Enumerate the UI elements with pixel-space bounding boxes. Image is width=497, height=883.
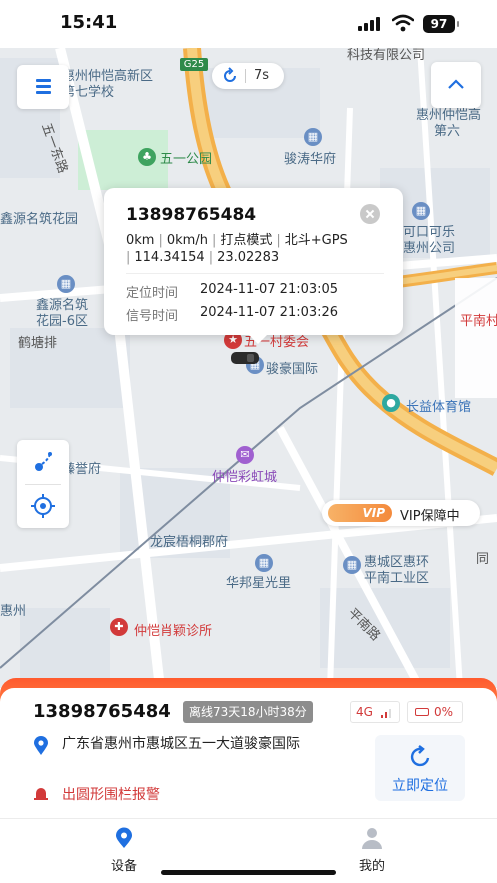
alarm-text: 出圆形围栏报警 [62,787,160,803]
signal-time-label: 信号时间 [126,309,179,324]
map-label: 惠州公司 [403,241,456,256]
tab-mine[interactable]: 我的 [332,827,412,874]
close-icon[interactable] [360,204,380,224]
map-label: 惠州 [0,604,27,619]
map-label: 五一公园 [160,152,213,167]
locate-now-label: 立即定位 [392,778,448,794]
highway-badge: G25 [180,58,208,71]
menu-button[interactable] [17,65,69,109]
device-card[interactable]: 13898765484 离线73天18小时38分 4G 0% 广东省惠州市惠城区… [0,688,497,820]
network-badge: 4G [350,701,400,723]
map-label: 鹤塘排 [18,336,58,351]
map-label: 华邦星光里 [226,576,292,591]
wifi-icon [392,14,414,32]
vip-badge: VIP [328,504,392,522]
map-label: 第七学校 [62,85,115,100]
signal-time: 2024-11-07 21:03:26 [200,305,339,320]
status-bar: 15:41 97 [0,0,497,48]
map-label: 长益体育馆 [406,400,472,415]
battery-empty-icon [415,708,429,716]
map-label: 仲恺肖颖诊所 [134,624,213,639]
track-playback-icon[interactable] [30,450,56,476]
map-label: 骏涛华府 [284,152,337,167]
signal-bars-icon [381,708,395,718]
cellular-signal-icon [358,17,382,31]
building-icon: ▦ [304,128,322,146]
popup-mode: 打点模式 [220,233,273,248]
map-view[interactable]: 科技有限公司 惠州仲恺高新区 第七学校 五一东路 ♣ 五一公园 ▦ 骏涛华府 惠… [0,48,497,688]
battery-level: 0% [434,705,454,719]
vip-text: VIP保障中 [400,509,460,524]
map-label: 科技有限公司 [347,48,426,63]
building-icon: ▦ [255,554,273,572]
map-label: 平南村 [460,314,497,329]
status-time: 15:41 [60,12,118,33]
popup-status-row: 0km | 0km/h | 打点模式 | 北斗+GPS [126,233,348,248]
refresh-icon [224,67,236,82]
device-phone: 13898765484 [33,701,171,722]
vehicle-marker-icon[interactable] [230,350,260,366]
locate-time-label: 定位时间 [126,286,179,301]
device-location-icon [116,827,132,848]
building-icon: ▦ [57,275,75,293]
chevron-up-icon [448,79,464,89]
popup-phone: 13898765484 [126,205,257,225]
map-tool-panel [17,440,69,528]
network-type: 4G [356,705,373,719]
stadium-icon: ● [382,394,400,412]
vip-status[interactable]: VIP VIP保障中 [322,500,480,526]
building-icon: ▦ [412,202,430,220]
building-icon: ▦ [343,556,361,574]
popup-speed: 0km/h [166,233,208,248]
user-icon [362,828,382,849]
my-location-icon[interactable] [30,493,56,519]
tab-device-label: 设备 [110,859,137,874]
popup-mileage: 0km [126,233,155,248]
offline-badge: 离线73天18小时38分 [183,701,313,723]
map-label: 龙宸梧桐郡府 [150,535,229,550]
home-indicator [161,870,336,875]
popup-latitude: 23.02283 [217,250,280,265]
clinic-icon: ✚ [110,618,128,636]
device-info-popup: 13898765484 0km | 0km/h | 打点模式 | 北斗+GPS | 114.3… [104,188,403,344]
locate-time: 2024-11-07 21:03:05 [200,282,339,297]
relocate-icon [410,745,430,767]
map-label: 第六 [434,124,461,139]
refresh-timer[interactable]: 7s [212,63,284,89]
map-label: 鑫源名筑花园 [0,212,79,227]
location-pin-icon [34,736,48,755]
battery-icon: 97 [423,15,459,33]
locate-now-button[interactable]: 立即定位 [375,735,465,801]
popup-positioning: 北斗+GPS [284,233,348,248]
tab-device[interactable]: 设备 [84,827,164,874]
refresh-interval: 7s [254,68,270,83]
tab-mine-label: 我的 [358,859,385,874]
park-icon: ♣ [138,148,156,166]
collapse-button[interactable] [431,62,481,108]
battery-badge: 0% [407,701,463,723]
mall-icon: ✉ [236,446,254,464]
map-label: 仲恺彩虹城 [212,470,278,485]
map-label: 骏豪国际 [266,362,319,377]
popup-longitude: 114.34154 [134,250,205,265]
alarm-icon [34,788,48,800]
popup-coordinates-row: | 114.34154 | 23.02283 [126,250,280,265]
map-label: 同 [476,552,490,567]
map-label: 平南工业区 [364,571,430,586]
map-label: 花园-6区 [36,314,88,329]
device-address: 广东省惠州市惠城区五一大道骏豪国际 [62,736,300,752]
